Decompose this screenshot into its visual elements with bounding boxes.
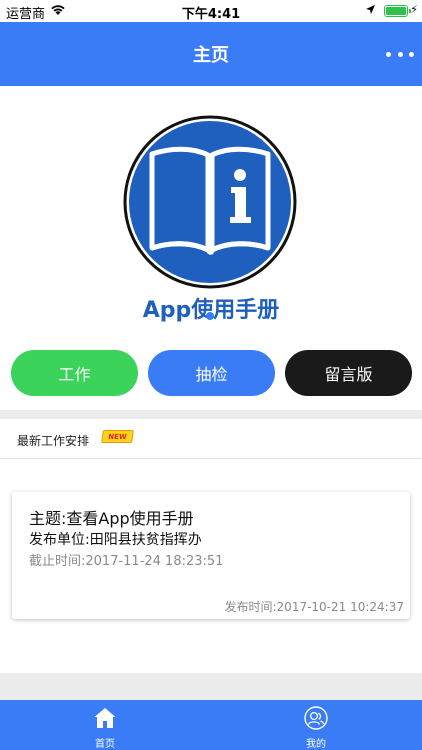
section-header: 最新工作安排 NEW xyxy=(0,419,422,459)
task-card[interactable]: 主题:查看App使用手册 发布单位:田阳县扶贫指挥办 截止时间:2017-11-… xyxy=(12,492,410,619)
section-label: 最新工作安排 xyxy=(17,434,90,448)
more-dots-icon[interactable] xyxy=(386,48,414,60)
battery-icon xyxy=(384,5,411,17)
home-icon xyxy=(94,708,116,728)
tab-mine[interactable]: 我的 xyxy=(286,700,346,750)
message-board-button[interactable]: 留言版 xyxy=(285,350,412,396)
task-deadline: 截止时间:2017-11-24 18:23:51 xyxy=(29,554,224,569)
new-badge: NEW xyxy=(101,430,134,443)
inspect-button[interactable]: 抽检 xyxy=(148,350,275,396)
action-buttons: 工作 抽检 留言版 xyxy=(0,350,422,396)
tab-home[interactable]: 首页 xyxy=(75,700,135,750)
status-bar: 运营商 下午4:41 ⚡ xyxy=(0,0,422,22)
task-topic: 主题:查看App使用手册 xyxy=(29,509,194,528)
location-arrow-icon xyxy=(366,5,375,14)
task-unit: 发布单位:田阳县扶贫指挥办 xyxy=(29,532,202,548)
status-time: 下午4:41 xyxy=(181,7,241,22)
tab-mine-label: 我的 xyxy=(306,739,326,750)
task-published-time: 发布时间:2017-10-21 10:24:37 xyxy=(224,600,405,614)
tab-home-label: 首页 xyxy=(95,739,115,750)
bottom-spacer xyxy=(0,673,422,700)
page-title: 主页 xyxy=(193,45,229,66)
manual-book-info-icon xyxy=(123,115,297,289)
nav-bar: 主页 xyxy=(0,22,422,86)
users-icon xyxy=(304,706,328,730)
work-button[interactable]: 工作 xyxy=(11,350,138,396)
tab-bar: 首页 我的 xyxy=(0,700,422,750)
section-divider xyxy=(0,410,422,419)
hero-banner: App使用手册 xyxy=(0,86,422,336)
page-indicator-dot xyxy=(206,312,214,320)
charging-bolt-icon: ⚡ xyxy=(410,3,418,16)
